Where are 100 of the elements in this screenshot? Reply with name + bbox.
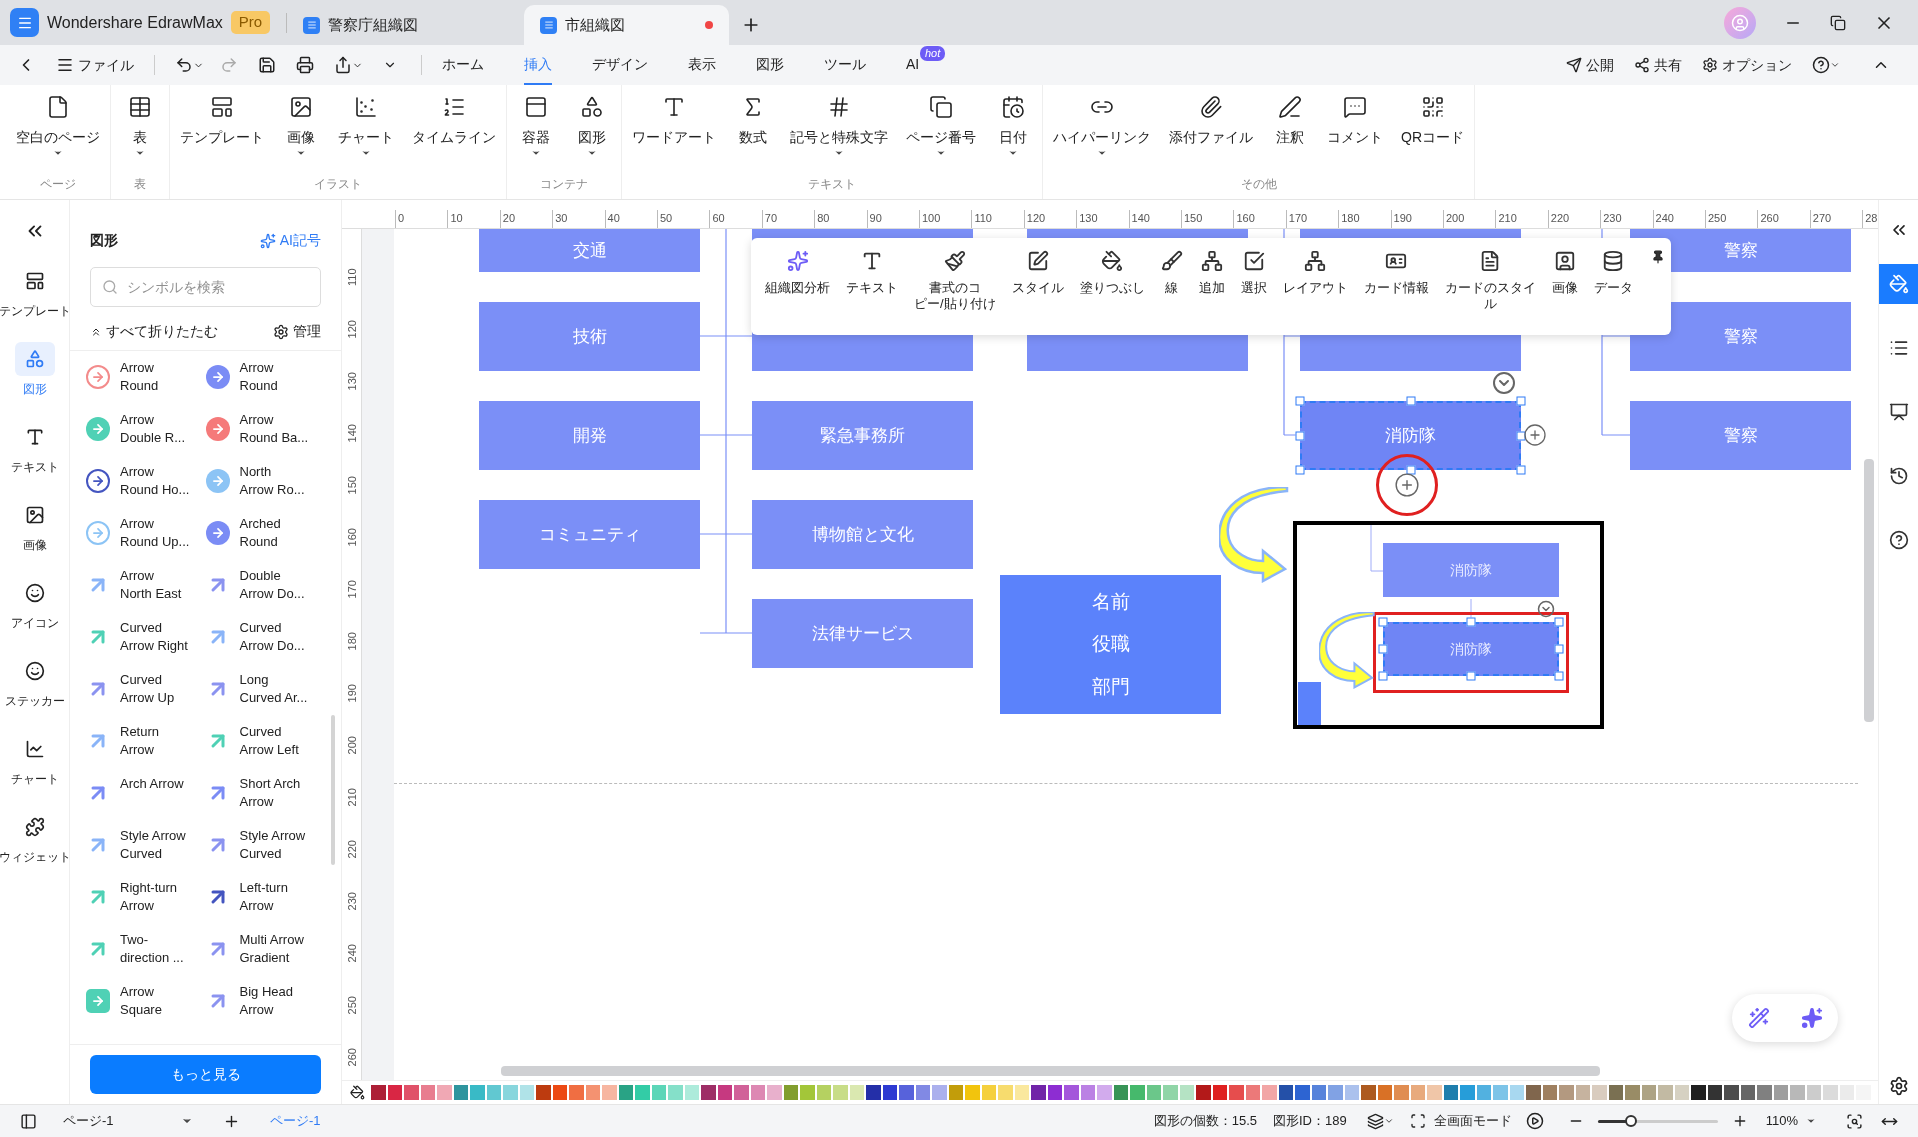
- shape-item[interactable]: Return Arrow: [86, 719, 206, 763]
- shape-item[interactable]: Multi Arrow Gradient: [205, 927, 325, 971]
- toolbar-button[interactable]: 画像: [1543, 250, 1586, 296]
- shape-item[interactable]: Two- direction ...: [86, 927, 206, 971]
- ribbon-button[interactable]: 表: [117, 95, 163, 158]
- shape-item[interactable]: Arrow Double R...: [86, 407, 206, 451]
- card-field: 役職: [1091, 630, 1130, 659]
- toolbar-button[interactable]: 選択: [1232, 250, 1275, 296]
- ribbon-button[interactable]: テンプレート: [176, 95, 268, 158]
- shape-item[interactable]: Arrow Square: [86, 979, 206, 1023]
- shape-name: Curved Arrow Up: [120, 671, 175, 707]
- ai-symbol-button[interactable]: AI記号: [259, 230, 321, 251]
- shape-name: Double Arrow Do...: [239, 567, 305, 603]
- shape-item[interactable]: Arched Round: [205, 511, 325, 555]
- shape-item[interactable]: Double Arrow Do...: [205, 563, 325, 607]
- ribbon-button[interactable]: 日付: [990, 95, 1036, 158]
- toolbar-button[interactable]: 組織図分析: [757, 250, 838, 296]
- group-label: その他: [1239, 176, 1278, 193]
- sidebar-item[interactable]: ウィジェット: [0, 810, 75, 866]
- ribbon-tab[interactable]: 挿入: [524, 45, 552, 85]
- ruler-label: 140: [344, 424, 359, 443]
- shape-item[interactable]: Arrow Round: [86, 355, 206, 399]
- ribbon-button[interactable]: ワードアート: [628, 95, 720, 158]
- shape-name: Arrow Round Ba...: [239, 411, 309, 447]
- shape-item[interactable]: Curved Arrow Do...: [205, 615, 325, 659]
- shape-item[interactable]: Big Head Arrow: [205, 979, 325, 1023]
- shape-item[interactable]: Short Arch Arrow: [205, 771, 325, 815]
- ribbon-button[interactable]: 容器: [513, 95, 559, 158]
- search-field[interactable]: シンボルを検索: [90, 267, 321, 307]
- toolbar-action[interactable]: 公開: [1566, 54, 1614, 76]
- sidebar-item[interactable]: アイコン: [6, 576, 63, 632]
- more-button[interactable]: もっと見る: [90, 1055, 321, 1094]
- collapse-all-button[interactable]: すべて折りたたむ: [90, 321, 218, 342]
- sidebar-item[interactable]: チャート: [6, 732, 63, 788]
- shape-item[interactable]: Style Arrow Curved: [86, 823, 206, 867]
- ribbon-tab[interactable]: 表示: [688, 45, 716, 85]
- ribbon-button[interactable]: 記号と特殊文字: [786, 95, 892, 158]
- shape-item[interactable]: Style Arrow Curved: [205, 823, 325, 867]
- ribbon-tab[interactable]: 図形: [756, 45, 784, 85]
- ribbon-button[interactable]: ハイパーリンク: [1049, 95, 1155, 158]
- card-field: 名前: [1091, 587, 1130, 617]
- shape-item[interactable]: Arrow Round Up...: [86, 511, 206, 555]
- page-tab[interactable]: ページ-1: [270, 1111, 321, 1131]
- shape-item[interactable]: Left-turn Arrow: [205, 875, 325, 919]
- shape-item[interactable]: Arrow North East: [86, 563, 206, 607]
- shape-item[interactable]: Right-turn Arrow: [86, 875, 206, 919]
- ribbon-button[interactable]: タイムライン: [408, 95, 500, 158]
- pro-badge: Pro: [230, 11, 271, 34]
- ribbon-button[interactable]: 数式: [730, 95, 776, 158]
- tab-title: 警察庁組織図: [328, 14, 420, 35]
- ribbon-button[interactable]: 添付ファイル: [1165, 95, 1257, 158]
- ribbon-button[interactable]: QRコード: [1397, 95, 1468, 158]
- manage-button[interactable]: 管理: [273, 321, 321, 342]
- shape-item[interactable]: Arrow Round Ho...: [86, 459, 206, 503]
- card-field: 部門: [1091, 672, 1130, 702]
- toolbar-action[interactable]: 共有: [1634, 54, 1682, 76]
- toolbar-button[interactable]: テキスト: [838, 250, 906, 296]
- ribbon-button[interactable]: コメント: [1323, 95, 1387, 158]
- ribbon-tab[interactable]: デザイン: [592, 45, 648, 85]
- ribbon-tab[interactable]: AI: [906, 45, 920, 85]
- toolbar-button[interactable]: スタイル: [1003, 250, 1072, 296]
- ribbon-button[interactable]: 図形: [569, 95, 615, 158]
- ruler-label: 200: [344, 736, 359, 755]
- shape-item[interactable]: Curved Arrow Right: [86, 615, 206, 659]
- sidebar-item[interactable]: テンプレート: [0, 264, 75, 320]
- shape-item[interactable]: Long Curved Ar...: [205, 667, 325, 711]
- shape-item[interactable]: Arrow Round: [205, 355, 325, 399]
- document-tab[interactable]: 市組織図: [524, 5, 730, 45]
- shape-item[interactable]: Arch Arrow: [86, 771, 206, 815]
- file-menu[interactable]: ファイル: [56, 54, 134, 76]
- toolbar-button[interactable]: 塗りつぶし: [1071, 250, 1153, 296]
- ribbon-tab[interactable]: ホーム: [442, 45, 484, 85]
- toolbar-button[interactable]: レイアウト: [1274, 250, 1356, 296]
- ribbon-button[interactable]: 注釈: [1267, 95, 1313, 158]
- ruler-label: 240: [344, 944, 359, 963]
- toolbar-button[interactable]: カード情報: [1355, 250, 1437, 296]
- document-tab[interactable]: 警察庁組織図: [287, 5, 493, 45]
- shape-item[interactable]: Curved Arrow Up: [86, 667, 206, 711]
- toolbar-button[interactable]: カードのスタイ ル: [1436, 250, 1544, 312]
- ruler-label: 210: [344, 788, 359, 807]
- sidebar-item[interactable]: 画像: [10, 498, 59, 554]
- ribbon-tab[interactable]: ツール: [824, 45, 866, 85]
- shape-item[interactable]: Curved Arrow Left: [205, 719, 325, 763]
- sidebar-item[interactable]: テキスト: [6, 420, 63, 476]
- fullscreen-button[interactable]: 全画面モード: [1409, 1111, 1512, 1131]
- shape-item[interactable]: North Arrow Ro...: [205, 459, 325, 503]
- page-dropdown[interactable]: ページ-1: [63, 1111, 193, 1131]
- ribbon-button[interactable]: チャート: [334, 95, 398, 158]
- toolbar-button[interactable]: 線: [1152, 250, 1191, 296]
- sidebar-item[interactable]: ステッカー: [0, 654, 69, 710]
- ribbon-button[interactable]: 空白のページ: [12, 95, 104, 158]
- shape-item[interactable]: Arrow Round Ba...: [205, 407, 325, 451]
- toolbar-button[interactable]: 追加: [1190, 250, 1233, 296]
- ruler-label: 260: [344, 1048, 359, 1067]
- ribbon-button[interactable]: 画像: [278, 95, 324, 158]
- ribbon-button[interactable]: ページ番号: [902, 95, 980, 158]
- shape-name: Curved Arrow Right: [120, 619, 188, 655]
- toolbar-action[interactable]: オプション: [1702, 54, 1792, 76]
- toolbar-button[interactable]: 書式のコ ピー/貼り付け: [906, 250, 1004, 312]
- zoom-dropdown[interactable]: 110%: [1765, 1111, 1816, 1131]
